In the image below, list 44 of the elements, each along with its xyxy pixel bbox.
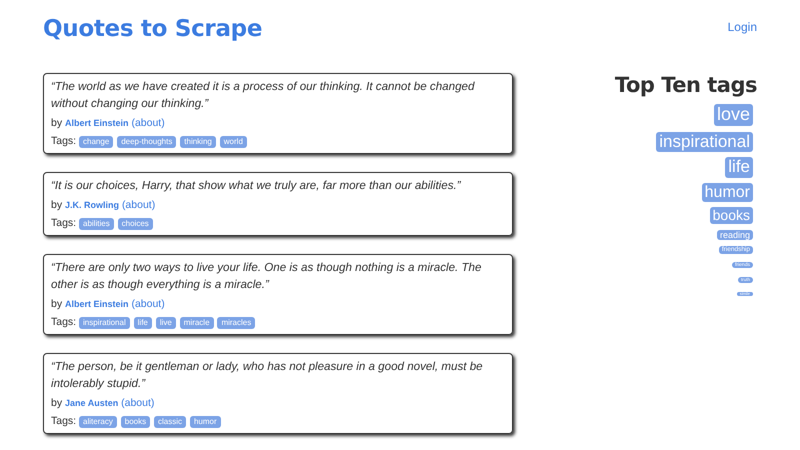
tag-link[interactable]: inspirational [656, 132, 753, 152]
author-name: Jane Austen [65, 398, 118, 408]
tag-link[interactable]: reading [716, 230, 753, 240]
quote-text: “There are only two ways to live your life. One is as though nothing is a miracle. The other is as though everything is a miracle.” [51, 260, 482, 293]
tag-link[interactable]: aliteracy [79, 416, 117, 428]
tag-link[interactable]: humor [702, 182, 753, 202]
tag-link[interactable]: change [79, 136, 114, 148]
by-label: by [51, 298, 62, 310]
author-name: Albert Einstein [65, 118, 129, 128]
author-name: Albert Einstein [65, 298, 129, 309]
about-link[interactable]: (about) [122, 198, 156, 211]
tags-label: Tags: [51, 415, 76, 428]
tags-label: Tags: [51, 316, 76, 328]
tag-link[interactable]: miracle [180, 317, 214, 330]
sidebar-heading: Top Ten tags [614, 73, 757, 98]
by-label: by [51, 198, 62, 211]
tag-link[interactable]: choices [118, 218, 153, 230]
tag-link[interactable]: humor [190, 416, 221, 428]
tag-link[interactable]: books [710, 206, 753, 224]
site-title[interactable]: Quotes to Scrape [43, 12, 262, 46]
about-link[interactable]: (about) [131, 116, 165, 129]
quote-text: “The person, be it gentleman or lady, who has not pleasure in a good novel, must be intolerably stupid.” [51, 359, 484, 392]
about-link[interactable]: (about) [121, 396, 154, 409]
quote-text: “It is our choices, Harry, that show what we truly are, far more than our abilities.” [51, 178, 462, 194]
author-name: J.K. Rowling [65, 200, 120, 210]
tag-link[interactable]: live [156, 317, 176, 330]
tags-label: Tags: [51, 217, 76, 230]
about-link[interactable]: (about) [131, 298, 165, 310]
quote-text: “The world as we have created it is a process of our thinking. It cannot be changed without changing our thinking.” [51, 79, 476, 112]
tag-link[interactable]: classic [154, 416, 186, 428]
tag-link[interactable]: world [220, 136, 247, 148]
tag-link[interactable]: thinking [180, 136, 216, 148]
tag-link[interactable]: miracles [217, 317, 256, 330]
tag-link[interactable]: life [725, 157, 753, 178]
tag-link[interactable]: deep-thoughts [117, 136, 176, 148]
tag-link[interactable]: abilities [79, 218, 114, 230]
tag-link[interactable]: inspirational [79, 317, 130, 330]
tag-link[interactable]: books [120, 416, 150, 428]
by-label: by [51, 396, 62, 409]
login-link[interactable]: Login [728, 18, 757, 36]
tags-label: Tags: [51, 135, 76, 148]
by-label: by [51, 116, 62, 129]
tag-link[interactable]: life [134, 317, 152, 330]
tag-link[interactable]: love [714, 104, 753, 126]
